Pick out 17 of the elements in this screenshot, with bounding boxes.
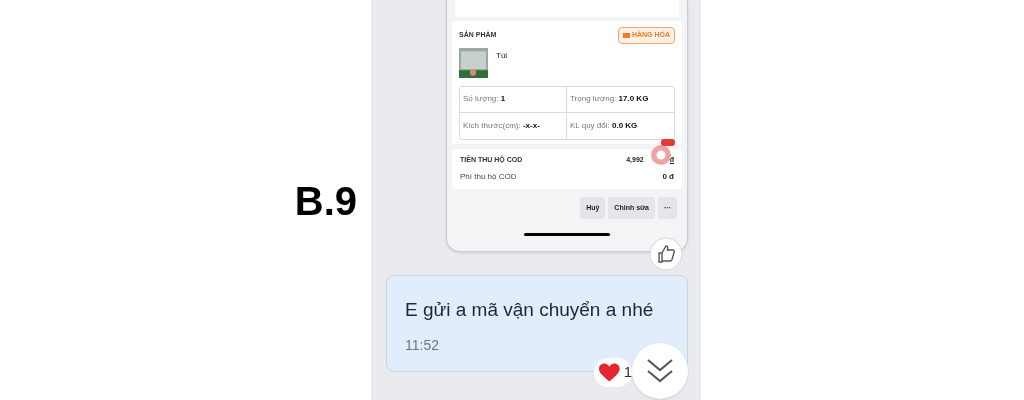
message-time: 11:52 — [405, 335, 440, 355]
table-cell: Kích thước(cm): -x-x- — [460, 112, 567, 139]
reaction-pill[interactable]: 1 — [594, 358, 632, 387]
scroll-down-button[interactable] — [632, 343, 688, 399]
product-name: Túi — [496, 49, 508, 62]
fee-value: 0 đ — [662, 171, 674, 183]
heart-icon — [599, 363, 620, 382]
thumbs-up-icon[interactable] — [649, 237, 683, 271]
message-text: E gửi a mã vận chuyển a nhé — [405, 298, 655, 322]
table-cell: Trọng lượng: 17.0 KG — [567, 86, 674, 113]
table-cell: Số lượng: 1 — [460, 86, 567, 113]
fee-label: Phí thu hộ COD — [460, 171, 517, 183]
step-label: B.9 — [294, 181, 357, 221]
box-icon — [622, 32, 630, 39]
table-cell-text: KL quy đổi: 0.0 KG — [569, 119, 639, 132]
reaction-count: 1 — [623, 362, 632, 383]
double-chevron-down-icon — [646, 358, 674, 384]
